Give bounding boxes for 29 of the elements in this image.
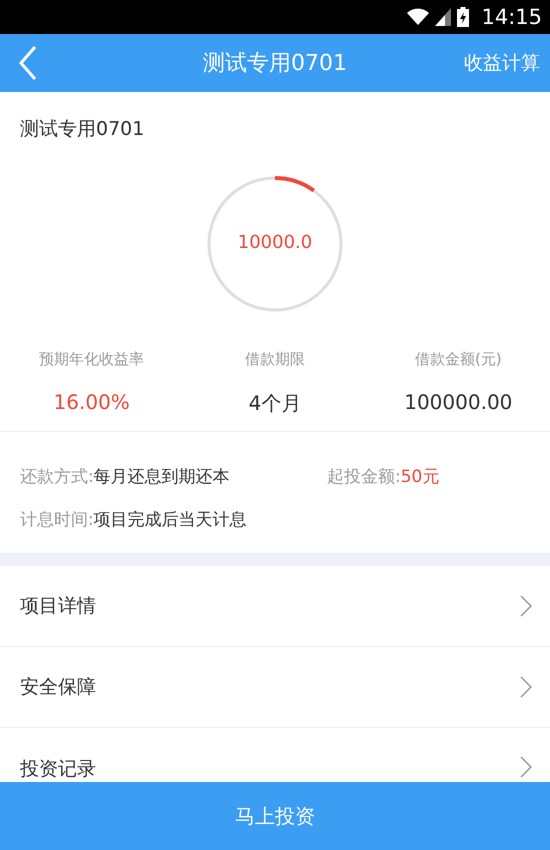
signal-icon [435,8,452,26]
info-value: 项目完成后当天计息 [94,510,247,530]
menu-item-label: 安全保障 [20,675,96,700]
chevron-icon [520,676,532,698]
chevron-icon [520,756,532,778]
stat-label: 借款期限 [244,350,305,369]
info-label: 计息时间: [20,510,94,530]
info-value: 50元 [400,467,440,487]
battery-icon [457,7,470,27]
stat-label: 借款金额(元) [414,350,502,369]
menu-item[interactable]: 项目详情 [0,566,550,647]
info-value: 每月还息到期还本 [94,467,230,487]
stat-value: 4个月 [248,390,302,417]
back-icon [18,45,38,81]
stat-value: 16.00% [54,390,130,414]
status-time: 14:15 [481,5,542,29]
menu-item[interactable]: 安全保障 [0,647,550,728]
ring-amount: 10000.0 [236,232,314,253]
stat-label: 预期年化收益率 [39,350,144,369]
page-title: 测试专用0701 [203,50,347,78]
menu-item-label: 投资记录 [20,757,96,782]
menu-item[interactable]: 投资记录 [0,728,550,782]
product-name: 测试专用0701 [19,117,146,142]
info-label: 起投金额: [327,467,401,487]
menu-item-label: 项目详情 [20,594,96,619]
wifi-icon [407,8,430,26]
info-label: 还款方式: [20,467,94,487]
chevron-icon [520,595,532,617]
stat-value: 100000.00 [404,390,512,414]
